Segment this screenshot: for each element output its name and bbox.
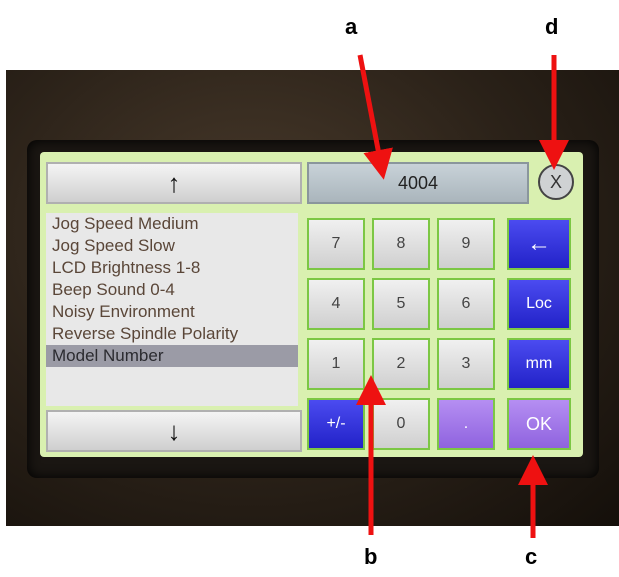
arrow-up-icon: ↑	[167, 167, 181, 198]
annotation-label-c: c	[525, 544, 538, 569]
close-button[interactable]: X	[538, 164, 574, 200]
list-item[interactable]: Beep Sound 0-4	[46, 279, 298, 301]
list-item[interactable]: Noisy Environment	[46, 301, 298, 323]
key-0[interactable]: 0	[372, 398, 430, 450]
annotation-label-d: d	[545, 14, 559, 39]
scroll-down-button[interactable]: ↓	[46, 410, 302, 452]
plus-minus-button[interactable]: +/-	[307, 398, 365, 450]
key-4[interactable]: 4	[307, 278, 365, 330]
annotation-label-b: b	[364, 544, 378, 569]
settings-list: Jog Speed Medium Jog Speed Slow LCD Brig…	[46, 213, 298, 406]
scroll-up-button[interactable]: ↑	[46, 162, 302, 204]
value-display: 4004	[307, 162, 529, 204]
loc-button[interactable]: Loc	[507, 278, 571, 330]
key-8[interactable]: 8	[372, 218, 430, 270]
list-item-selected[interactable]: Model Number	[46, 345, 298, 367]
annotation-label-a: a	[345, 14, 358, 39]
list-item[interactable]: LCD Brightness 1-8	[46, 257, 298, 279]
mm-button[interactable]: mm	[507, 338, 571, 390]
decimal-button[interactable]: .	[437, 398, 495, 450]
key-5[interactable]: 5	[372, 278, 430, 330]
key-2[interactable]: 2	[372, 338, 430, 390]
arrow-left-icon: ←	[527, 230, 551, 257]
list-item[interactable]: Jog Speed Slow	[46, 235, 298, 257]
key-1[interactable]: 1	[307, 338, 365, 390]
ok-button[interactable]: OK	[507, 398, 571, 450]
key-7[interactable]: 7	[307, 218, 365, 270]
key-3[interactable]: 3	[437, 338, 495, 390]
backspace-button[interactable]: ←	[507, 218, 571, 270]
arrow-down-icon: ↓	[167, 415, 181, 446]
list-item[interactable]: Jog Speed Medium	[46, 213, 298, 235]
key-6[interactable]: 6	[437, 278, 495, 330]
key-9[interactable]: 9	[437, 218, 495, 270]
list-item[interactable]: Reverse Spindle Polarity	[46, 323, 298, 345]
